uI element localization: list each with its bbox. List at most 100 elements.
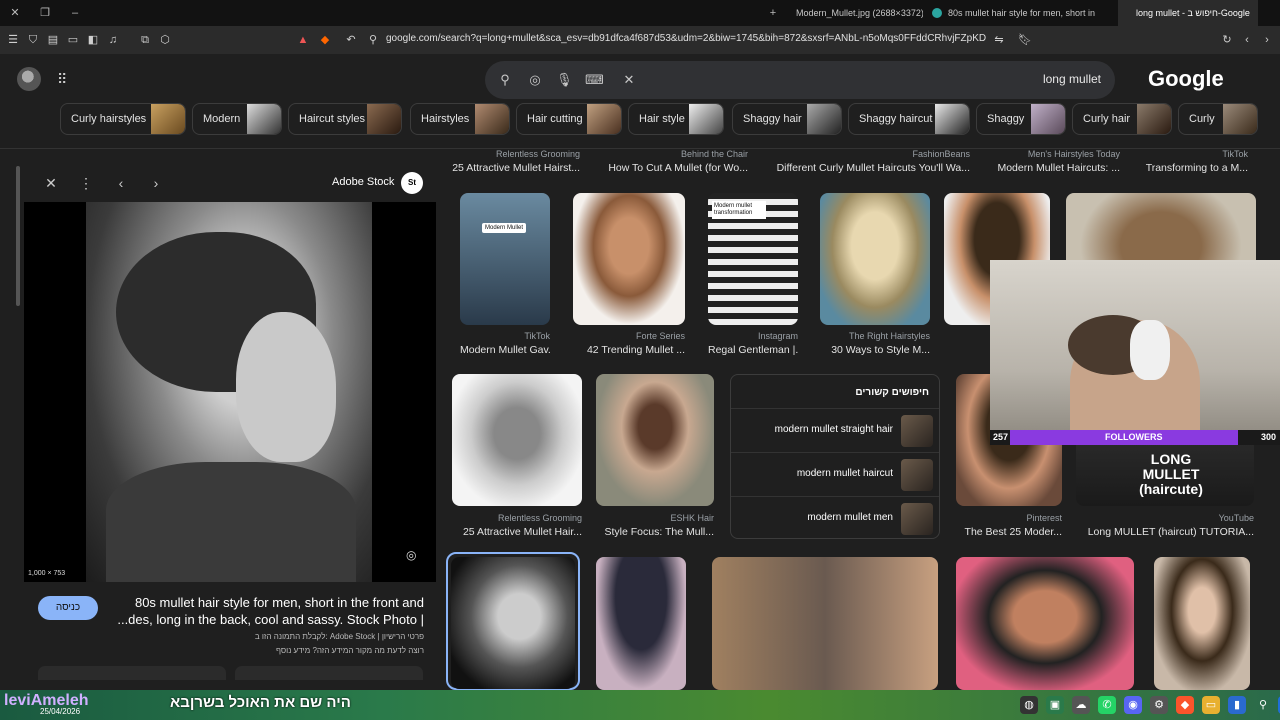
tab-80s-mullet[interactable]: 80s mullet hair style for men, short in xyxy=(930,0,1110,26)
extension-icon[interactable]: ⬡ xyxy=(158,33,172,47)
chip-shaggy[interactable]: Shaggy xyxy=(976,103,1066,135)
mic-icon[interactable]: 🎙︎ xyxy=(556,72,573,88)
result-title[interactable]: 30 Ways to Style M... xyxy=(820,344,930,356)
result-title[interactable]: Modern Mullet Haircuts: ... xyxy=(980,162,1120,174)
result-thumbnail[interactable] xyxy=(573,193,685,325)
chip-hair-style[interactable]: Hair style xyxy=(628,103,724,135)
search-icon[interactable]: ⚲ xyxy=(1254,696,1272,714)
result-item[interactable]: Relentless Grooming 25 Attractive Mullet… xyxy=(452,374,582,544)
avatar[interactable] xyxy=(17,67,41,91)
result-item[interactable]: Relentless Grooming 25 Attractive Mullet… xyxy=(446,149,580,179)
google-logo[interactable]: Google xyxy=(1148,66,1224,92)
site-settings-icon[interactable]: ⇋ xyxy=(992,33,1006,47)
result-item[interactable]: TikTok Transforming to a M... xyxy=(1136,149,1248,179)
app-icon[interactable]: ▣ xyxy=(1046,696,1064,714)
result-item[interactable] xyxy=(1154,557,1250,690)
chip-hair-cutting[interactable]: Hair cutting xyxy=(516,103,622,135)
chip-curly[interactable]: Curly xyxy=(1178,103,1258,135)
panel-scrollbar[interactable] xyxy=(16,166,20,306)
chip-shaggy-hair[interactable]: Shaggy hair xyxy=(732,103,842,135)
whatsapp-icon[interactable]: ✆ xyxy=(1098,696,1116,714)
discord-icon[interactable]: ◉ xyxy=(1124,696,1142,714)
app-icon[interactable]: ◍ xyxy=(1020,696,1038,714)
result-thumbnail[interactable] xyxy=(820,193,930,325)
music-icon[interactable]: ♫ xyxy=(106,33,120,47)
restore-icon[interactable]: ❐ xyxy=(38,6,52,20)
forward-icon[interactable]: › xyxy=(1260,33,1274,47)
close-icon[interactable]: ✕ xyxy=(8,6,22,20)
tab-google-search[interactable]: long mullet - חיפוש ב-Google xyxy=(1118,0,1258,26)
shield-icon[interactable]: ⛉ xyxy=(26,33,40,47)
result-item[interactable]: FashionBeans Different Curly Mullet Hair… xyxy=(774,149,970,179)
result-title[interactable]: 25 Attractive Mullet Hairst... xyxy=(446,162,580,174)
previous-icon[interactable]: ‹ xyxy=(112,174,130,192)
minimize-icon[interactable]: – xyxy=(68,6,82,20)
app-icon[interactable]: ⚙ xyxy=(1150,696,1168,714)
reload-icon[interactable]: ↻ xyxy=(1220,33,1234,47)
result-title[interactable]: Style Focus: The Mull... xyxy=(596,526,714,538)
result-thumbnail[interactable] xyxy=(452,374,582,506)
lens-icon[interactable]: ◎ xyxy=(527,72,543,88)
menu-icon[interactable]: ☰ xyxy=(6,33,20,47)
back-icon[interactable]: ‹ xyxy=(1240,33,1254,47)
search-box[interactable]: ⚲ ◎ 🎙︎ ⌨ ✕ long mullet xyxy=(485,61,1115,99)
result-title[interactable]: The Best 25 Moder... xyxy=(956,526,1062,538)
visit-button[interactable]: כניסה xyxy=(38,596,98,620)
result-item[interactable]: Modern Mullet TikTok Modern Mullet Gav..… xyxy=(460,193,550,358)
result-item[interactable]: Forte Series 42 Trending Mullet ... xyxy=(573,193,685,358)
file-explorer-icon[interactable]: ▭ xyxy=(1202,696,1220,714)
source-name[interactable]: Adobe Stock xyxy=(332,176,394,188)
sidebar-icon[interactable]: ◧ xyxy=(86,33,100,47)
bookmark-icon[interactable]: 🔖︎ xyxy=(1018,33,1032,47)
apps-grid-icon[interactable]: ⠿ xyxy=(57,71,73,87)
result-title[interactable]: Modern Mullet Gav... xyxy=(460,344,550,356)
keyboard-icon[interactable]: ⌨ xyxy=(585,72,604,88)
result-item[interactable] xyxy=(596,557,686,690)
alert-icon[interactable]: ▲ xyxy=(296,33,310,47)
app-icon[interactable]: ☁ xyxy=(1072,696,1090,714)
result-thumbnail[interactable] xyxy=(956,557,1134,690)
result-title[interactable]: 25 Attractive Mullet Hair... xyxy=(452,526,582,538)
result-item[interactable]: The Right Hairstyles 30 Ways to Style M.… xyxy=(820,193,930,358)
preview-image[interactable]: 1,000 × 753 ◎ xyxy=(24,202,436,582)
screenshot-icon[interactable]: ⧉ xyxy=(138,33,152,47)
related-item[interactable]: modern mullet straight hair xyxy=(731,408,939,452)
next-icon[interactable]: › xyxy=(147,174,165,192)
more-info-line[interactable]: רוצה לדעת מה מקור המידע הזה? מידע נוסף xyxy=(110,644,424,658)
chip-haircut-styles[interactable]: Haircut styles xyxy=(288,103,402,135)
result-thumbnail[interactable]: Modern mullet transformation xyxy=(708,193,798,325)
license-line[interactable]: לקבלת התמונה הזו ב: Adobe Stock | פרטי ה… xyxy=(110,630,424,644)
search-input[interactable]: long mullet xyxy=(1043,72,1101,86)
chip-curly-hairstyles[interactable]: Curly hairstyles xyxy=(60,103,186,135)
result-item[interactable]: ESHK Hair Style Focus: The Mull... xyxy=(596,374,714,544)
related-item[interactable]: modern mullet men xyxy=(731,496,939,540)
result-title[interactable]: Long MULLET (haircut) TUTORIA... xyxy=(1076,526,1254,538)
result-item-selected[interactable] xyxy=(446,552,580,690)
result-thumbnail[interactable] xyxy=(451,557,575,689)
result-thumbnail[interactable] xyxy=(712,557,938,690)
undo-icon[interactable]: ↶ xyxy=(344,33,358,47)
result-item[interactable]: Men's Hairstyles Today Modern Mullet Hai… xyxy=(980,149,1120,179)
chip-hairstyles[interactable]: Hairstyles xyxy=(410,103,510,135)
more-options-icon[interactable]: ⋮ xyxy=(77,174,95,192)
related-item[interactable]: modern mullet haircut xyxy=(731,452,939,496)
app-icon[interactable]: ▮ xyxy=(1228,696,1246,714)
result-item[interactable] xyxy=(712,557,938,690)
result-title[interactable]: Transforming to a M... xyxy=(1136,162,1248,174)
brave-icon[interactable]: ◆ xyxy=(1176,696,1194,714)
clear-icon[interactable]: ✕ xyxy=(621,72,637,88)
share-button[interactable] xyxy=(38,666,226,680)
chip-modern[interactable]: Modern xyxy=(192,103,282,135)
result-thumbnail[interactable] xyxy=(1154,557,1250,690)
result-thumbnail[interactable] xyxy=(596,557,686,690)
wallet-icon[interactable]: ▤ xyxy=(46,33,60,47)
image-title[interactable]: 80s mullet hair style for men, short in … xyxy=(110,594,424,628)
tabs-icon[interactable]: ▭ xyxy=(66,33,80,47)
close-icon[interactable]: ✕ xyxy=(42,174,60,192)
result-thumbnail[interactable]: Modern Mullet xyxy=(460,193,550,325)
chip-shaggy-haircut[interactable]: Shaggy haircut xyxy=(848,103,970,135)
result-item[interactable]: Behind the Chair How To Cut A Mullet (fo… xyxy=(608,149,748,179)
result-title[interactable]: Different Curly Mullet Haircuts You'll W… xyxy=(774,162,970,174)
save-button[interactable] xyxy=(235,666,423,680)
result-title[interactable]: 42 Trending Mullet ... xyxy=(573,344,685,356)
